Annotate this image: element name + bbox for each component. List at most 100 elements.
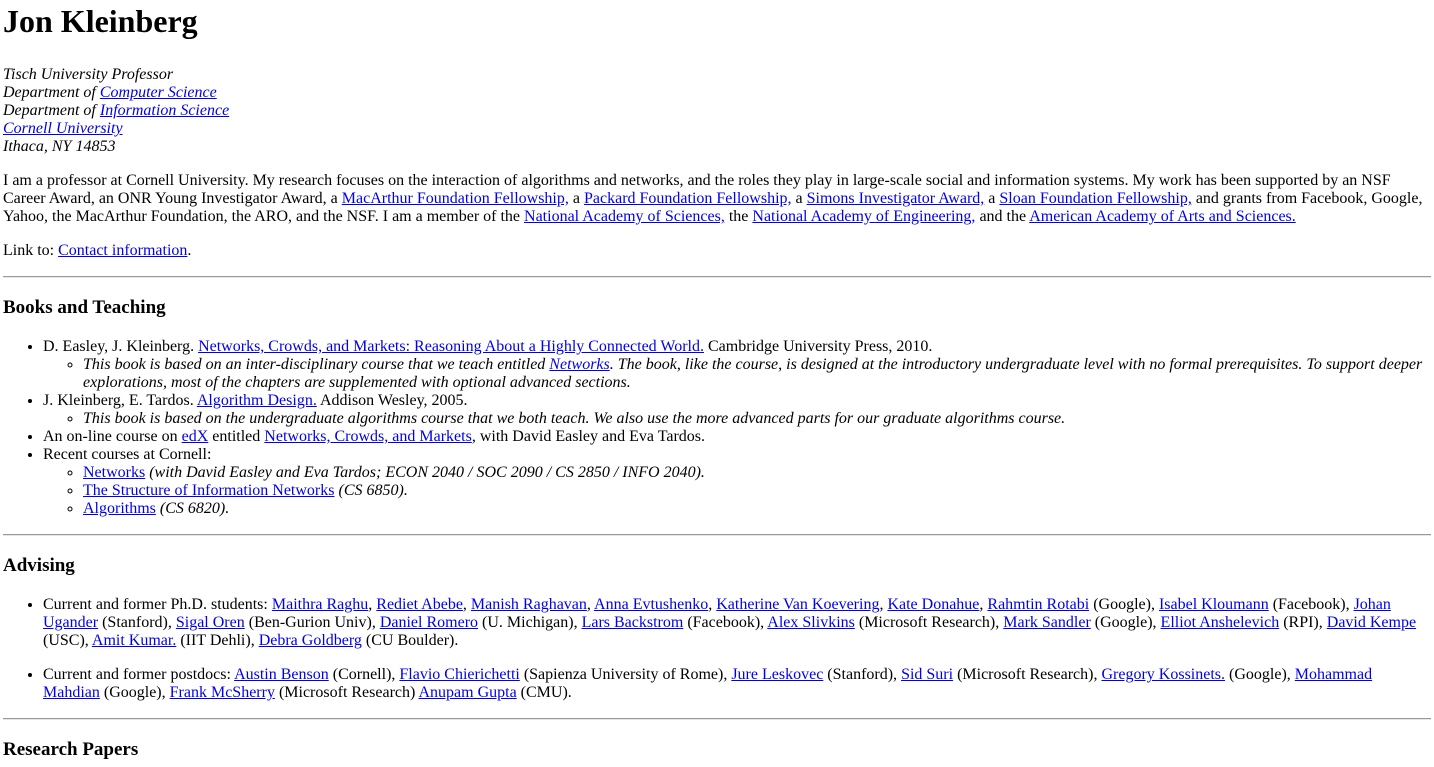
- person-link[interactable]: Amit Kumar.: [92, 632, 176, 649]
- person-link[interactable]: Rahmtin Rotabi: [987, 596, 1089, 613]
- affiliation-text: (Google),: [99, 684, 170, 701]
- person-link[interactable]: Katherine Van Koevering: [716, 596, 879, 613]
- info-networks-link[interactable]: The Structure of Information Networks: [83, 482, 334, 499]
- affiliation-text: (USC),: [43, 632, 92, 649]
- affiliation-text: ,: [462, 596, 471, 613]
- is-link[interactable]: Information Science: [100, 102, 229, 119]
- person-link[interactable]: Manish Raghavan: [471, 596, 587, 613]
- person-link[interactable]: Lars Backstrom: [582, 614, 684, 631]
- item-text: Current and former Ph.D. students:: [43, 596, 272, 613]
- sub-list: This book is based on the undergraduate …: [43, 410, 1431, 428]
- networks-link[interactable]: Networks: [83, 464, 145, 481]
- ncm-course-link[interactable]: Networks, Crowds, and Markets: [264, 428, 472, 445]
- divider: [3, 718, 1431, 720]
- affiliation-text: (Cornell),: [328, 666, 400, 683]
- list-item: This book is based on an inter-disciplin…: [83, 356, 1431, 392]
- person-link[interactable]: Daniel Romero: [380, 614, 478, 631]
- cs-link[interactable]: Computer Science: [100, 84, 217, 101]
- affiliation-text: ,: [586, 596, 595, 613]
- nae-link[interactable]: National Academy of Engineering,: [752, 208, 975, 225]
- nas-link[interactable]: National Academy of Sciences,: [524, 208, 725, 225]
- person-link[interactable]: Anupam Gupta: [418, 684, 516, 701]
- page: Jon Kleinberg Tisch University Professor…: [0, 3, 1434, 761]
- item-text: D. Easley, J. Kleinberg.: [43, 338, 199, 355]
- person-link[interactable]: Jure Leskovec: [731, 666, 823, 683]
- algorithm-design-link[interactable]: Algorithm Design.: [197, 392, 317, 409]
- person-link[interactable]: Austin Benson: [234, 666, 329, 683]
- phd-students-item: Current and former Ph.D. students: Maith…: [43, 596, 1431, 650]
- affiliation-text: (Facebook),: [1268, 596, 1354, 613]
- advising-list: Current and former Ph.D. students: Maith…: [3, 596, 1431, 702]
- person-link[interactable]: Kate Donahue: [887, 596, 979, 613]
- affiliation-text: (U. Michigan),: [478, 614, 582, 631]
- dept-is-line: Department of Information Science: [3, 102, 1431, 120]
- person-link[interactable]: Gregory Kossinets.: [1101, 666, 1225, 683]
- macarthur-link[interactable]: MacArthur Foundation Fellowship,: [342, 190, 569, 207]
- cornell-link[interactable]: Cornell University: [3, 120, 123, 137]
- item-text: Current and former postdocs:: [43, 666, 235, 683]
- person-link[interactable]: Sigal Oren: [176, 614, 245, 631]
- bio-paragraph: I am a professor at Cornell University. …: [3, 172, 1431, 226]
- list-item: Recent courses at Cornell: Networks (wit…: [43, 446, 1431, 518]
- affiliation-text: (Sapienza University of Rome),: [519, 666, 732, 683]
- list-item: This book is based on the undergraduate …: [83, 410, 1431, 428]
- item-text: Addison Wesley, 2005.: [316, 392, 468, 409]
- list-item: The Structure of Information Networks (C…: [83, 482, 1431, 500]
- link-prefix: Link to:: [3, 242, 59, 259]
- person-link[interactable]: David Kempe: [1327, 614, 1416, 631]
- page-title: Jon Kleinberg: [3, 3, 198, 39]
- affiliation-text: (Google),: [1090, 614, 1161, 631]
- person-link[interactable]: Sid Suri: [901, 666, 953, 683]
- affiliation-text: (Microsoft Research),: [953, 666, 1102, 683]
- bio-text: a: [984, 190, 1000, 207]
- networks-course-link[interactable]: Networks: [549, 356, 609, 373]
- person-link[interactable]: Anna Evtushenko: [594, 596, 708, 613]
- advising-heading: Advising: [3, 555, 75, 576]
- papers-heading: Research Papers: [3, 739, 139, 760]
- person-link[interactable]: Mark Sandler: [1003, 614, 1091, 631]
- affiliation-text: (CU Boulder).: [361, 632, 459, 649]
- affiliation-text: (Microsoft Research),: [854, 614, 1004, 631]
- divider: [3, 534, 1431, 536]
- aaas-link[interactable]: American Academy of Arts and Sciences.: [1029, 208, 1296, 225]
- packard-link[interactable]: Packard Foundation Fellowship,: [584, 190, 792, 207]
- books-list: D. Easley, J. Kleinberg. Networks, Crowd…: [3, 338, 1431, 518]
- affiliation-text: (Microsoft Research): [274, 684, 419, 701]
- sub-list: This book is based on an inter-disciplin…: [43, 356, 1431, 392]
- edx-link[interactable]: edX: [182, 428, 209, 445]
- contact-line: Link to: Contact information.: [3, 242, 1431, 260]
- postdocs-item: Current and former postdocs: Austin Bens…: [43, 666, 1431, 702]
- sloan-link[interactable]: Sloan Foundation Fellowship,: [999, 190, 1191, 207]
- list-item: An on-line course on edX entitled Networ…: [43, 428, 1431, 446]
- affiliation-text: (Stanford),: [823, 666, 902, 683]
- ncm-book-link[interactable]: Networks, Crowds, and Markets: Reasoning…: [198, 338, 704, 355]
- item-text: An on-line course on: [43, 428, 182, 445]
- person-link[interactable]: Debra Goldberg: [259, 632, 362, 649]
- affiliation-text: (RPI),: [1279, 614, 1327, 631]
- dept-cs-line: Department of Computer Science: [3, 84, 1431, 102]
- sub-list: Networks (with David Easley and Eva Tard…: [43, 464, 1431, 518]
- item-text: J. Kleinberg, E. Tardos.: [43, 392, 197, 409]
- list-item: Algorithms (CS 6820).: [83, 500, 1431, 518]
- affiliation-text: (Facebook),: [683, 614, 768, 631]
- contact-link[interactable]: Contact information: [58, 242, 187, 259]
- person-link[interactable]: Frank McSherry: [170, 684, 275, 701]
- affiliation-text: (Stanford),: [98, 614, 176, 631]
- affiliation-text: (Google),: [1089, 596, 1159, 613]
- person-link[interactable]: Isabel Kloumann: [1159, 596, 1269, 613]
- person-link[interactable]: Flavio Chierichetti: [399, 666, 519, 683]
- person-link[interactable]: Rediet Abebe: [376, 596, 463, 613]
- person-link[interactable]: Elliot Anshelevich: [1161, 614, 1280, 631]
- simons-link[interactable]: Simons Investigator Award,: [807, 190, 985, 207]
- affiliation-block: Tisch University Professor Department of…: [3, 66, 1431, 156]
- person-link[interactable]: Alex Slivkins: [767, 614, 855, 631]
- item-text: (CS 6850).: [334, 482, 408, 499]
- link-suffix: .: [187, 242, 192, 259]
- algorithms-link[interactable]: Algorithms: [83, 500, 156, 517]
- list-item: Networks (with David Easley and Eva Tard…: [83, 464, 1431, 482]
- item-text: (CS 6820).: [155, 500, 230, 517]
- list-item: J. Kleinberg, E. Tardos. Algorithm Desig…: [43, 392, 1431, 428]
- dept-prefix: Department of: [3, 102, 96, 119]
- person-link[interactable]: Maithra Raghu: [272, 596, 368, 613]
- postdocs: Austin Benson (Cornell), Flavio Chierich…: [43, 666, 1372, 701]
